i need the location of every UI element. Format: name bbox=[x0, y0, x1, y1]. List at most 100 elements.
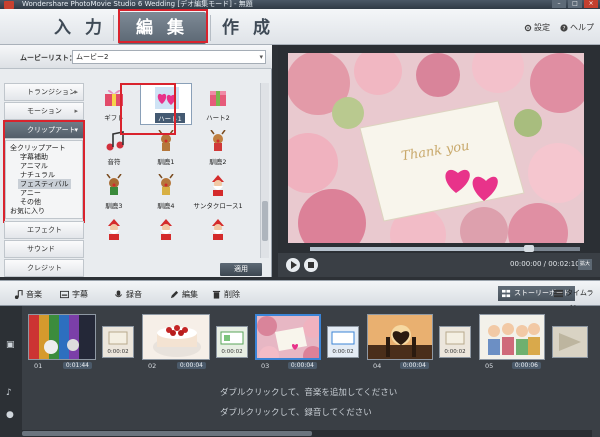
music-button[interactable]: 音楽 bbox=[14, 289, 42, 300]
storyboard-scrollbar[interactable] bbox=[22, 430, 592, 437]
video-track-icon: ▣ bbox=[6, 340, 15, 350]
gear-icon bbox=[524, 24, 532, 31]
clipart-item[interactable]: 馴鹿3 bbox=[88, 171, 140, 213]
edit-button[interactable]: 編集 bbox=[170, 289, 198, 300]
title-bar: Wondershare PhotoMovie Studio 6 Wedding … bbox=[0, 0, 600, 9]
movie-list-value: ムービー2 bbox=[76, 53, 109, 61]
main-nav: 入 力 編 集 作 成 設定 ? ヘルプ bbox=[0, 9, 600, 45]
slot-thumbnail bbox=[559, 333, 581, 351]
clip-duration: 0:01:44 bbox=[62, 362, 92, 369]
storyboard-clip[interactable]: 02 0:00:04 bbox=[142, 314, 210, 372]
category-label: サウンド bbox=[27, 245, 55, 253]
storyboard: ▣ ♪ ● 01 0:01:44 0:00:02 02 0:00:04 0:00… bbox=[0, 306, 600, 437]
add-clip-slot[interactable] bbox=[552, 326, 588, 358]
storyboard-clip-selected[interactable]: 03 0:00:04 bbox=[255, 314, 321, 372]
clipart-label: 馴鹿2 bbox=[209, 158, 227, 166]
preview-image: Thank you bbox=[288, 53, 584, 243]
trash-icon bbox=[212, 290, 221, 299]
record-button[interactable]: 録音 bbox=[114, 289, 142, 300]
close-icon[interactable]: × bbox=[584, 0, 598, 8]
highlight-frame bbox=[120, 83, 176, 135]
transition-thumbnail bbox=[331, 331, 355, 345]
transition-thumbnail bbox=[445, 331, 465, 345]
transition-duration: 0:00:02 bbox=[107, 349, 129, 355]
svg-text:?: ? bbox=[563, 26, 566, 32]
reindeer-icon bbox=[106, 174, 122, 195]
music-label: 音楽 bbox=[26, 290, 42, 299]
nav-divider bbox=[210, 15, 211, 41]
scrollbar-thumb[interactable] bbox=[22, 431, 312, 436]
fullscreen-button[interactable]: 拡大 bbox=[578, 259, 592, 270]
category-effect[interactable]: エフェクト bbox=[4, 221, 84, 239]
clipart-item[interactable] bbox=[88, 215, 140, 257]
chevron-right-icon: ▸ bbox=[74, 107, 78, 115]
music-note-icon bbox=[14, 290, 23, 299]
timeline-icon bbox=[554, 289, 563, 298]
clip-number: 05 bbox=[485, 362, 494, 370]
category-credit[interactable]: クレジット bbox=[4, 259, 84, 277]
clip-duration: 0:00:04 bbox=[287, 362, 317, 369]
chevron-down-icon: ▾ bbox=[259, 53, 263, 61]
clipart-label: ハート2 bbox=[206, 114, 230, 122]
music-track-hint[interactable]: ダブルクリックして、音楽を追加してください bbox=[220, 386, 520, 398]
clip-number: 01 bbox=[34, 362, 43, 370]
delete-button[interactable]: 削除 bbox=[212, 289, 240, 300]
category-label: トランジション bbox=[27, 88, 76, 96]
clipart-scrollbar[interactable] bbox=[260, 83, 269, 258]
settings-button[interactable]: 設定 bbox=[524, 22, 550, 33]
help-button[interactable]: ? ヘルプ bbox=[560, 22, 594, 33]
transition-item[interactable]: 0:00:02 bbox=[102, 326, 134, 358]
stop-icon[interactable] bbox=[304, 258, 318, 272]
nav-divider bbox=[113, 15, 114, 41]
storyboard-clip[interactable]: 04 0:00:04 bbox=[367, 314, 433, 372]
storyboard-clip[interactable]: 01 0:01:44 bbox=[28, 314, 96, 372]
apply-button[interactable]: 適用 bbox=[220, 263, 262, 276]
clip-thumbnail bbox=[367, 314, 433, 360]
clipart-item[interactable] bbox=[192, 215, 244, 257]
microphone-icon bbox=[114, 290, 123, 298]
delete-label: 削除 bbox=[224, 290, 240, 299]
clipart-item[interactable] bbox=[140, 215, 192, 257]
subtitle-icon bbox=[60, 290, 69, 299]
category-transition[interactable]: トランジション ▸ bbox=[4, 83, 84, 101]
category-label: クレジット bbox=[27, 264, 62, 272]
clipart-item[interactable]: 馴鹿4 bbox=[140, 171, 192, 213]
transition-thumbnail bbox=[108, 331, 128, 345]
app-icon bbox=[4, 1, 14, 9]
record-track-hint[interactable]: ダブルクリックして、録音してください bbox=[220, 406, 520, 418]
movie-list-select[interactable]: ムービー2 ▾ bbox=[72, 50, 266, 64]
subtitle-label: 字幕 bbox=[72, 290, 88, 299]
clipart-item[interactable]: サンタクロース1 bbox=[192, 171, 244, 213]
help-label: ヘルプ bbox=[570, 23, 594, 32]
clipart-item[interactable]: ハート2 bbox=[192, 83, 244, 125]
video-preview[interactable]: Thank you bbox=[288, 53, 584, 243]
playback-progress[interactable] bbox=[310, 245, 580, 252]
clipart-item[interactable]: 馴鹿2 bbox=[192, 127, 244, 169]
clip-number: 03 bbox=[261, 362, 270, 370]
transition-item[interactable]: 0:00:02 bbox=[216, 326, 248, 358]
category-sound[interactable]: サウンド bbox=[4, 240, 84, 258]
window-title: Wondershare PhotoMovie Studio 6 Wedding … bbox=[22, 0, 253, 8]
progress-knob[interactable] bbox=[523, 245, 534, 252]
minimize-icon[interactable]: – bbox=[552, 0, 566, 8]
music-track-icon: ♪ bbox=[6, 388, 12, 398]
tab-create[interactable]: 作 成 bbox=[215, 12, 281, 44]
clipart-label: 馴鹿4 bbox=[157, 202, 175, 210]
storyboard-clip[interactable]: 05 0:00:06 bbox=[479, 314, 545, 372]
santa-icon bbox=[108, 219, 120, 240]
maximize-icon[interactable]: □ bbox=[568, 0, 582, 8]
scrollbar-thumb[interactable] bbox=[262, 201, 268, 241]
santa-icon bbox=[212, 219, 224, 240]
subtitle-button[interactable]: 字幕 bbox=[60, 289, 88, 300]
category-motion[interactable]: モーション ▸ bbox=[4, 102, 84, 120]
clipart-label: サンタクロース1 bbox=[193, 202, 243, 210]
storyboard-icon bbox=[502, 289, 511, 298]
gift-box-icon bbox=[210, 91, 226, 106]
transition-item[interactable]: 0:00:02 bbox=[327, 326, 359, 358]
tab-input[interactable]: 入 力 bbox=[48, 12, 112, 44]
transition-item[interactable]: 0:00:02 bbox=[439, 326, 471, 358]
play-icon[interactable] bbox=[286, 258, 300, 272]
timeline-view-button[interactable]: タイムライン bbox=[550, 286, 600, 312]
movie-list-label: ムービーリスト： bbox=[20, 54, 76, 62]
reindeer-icon bbox=[210, 130, 226, 151]
